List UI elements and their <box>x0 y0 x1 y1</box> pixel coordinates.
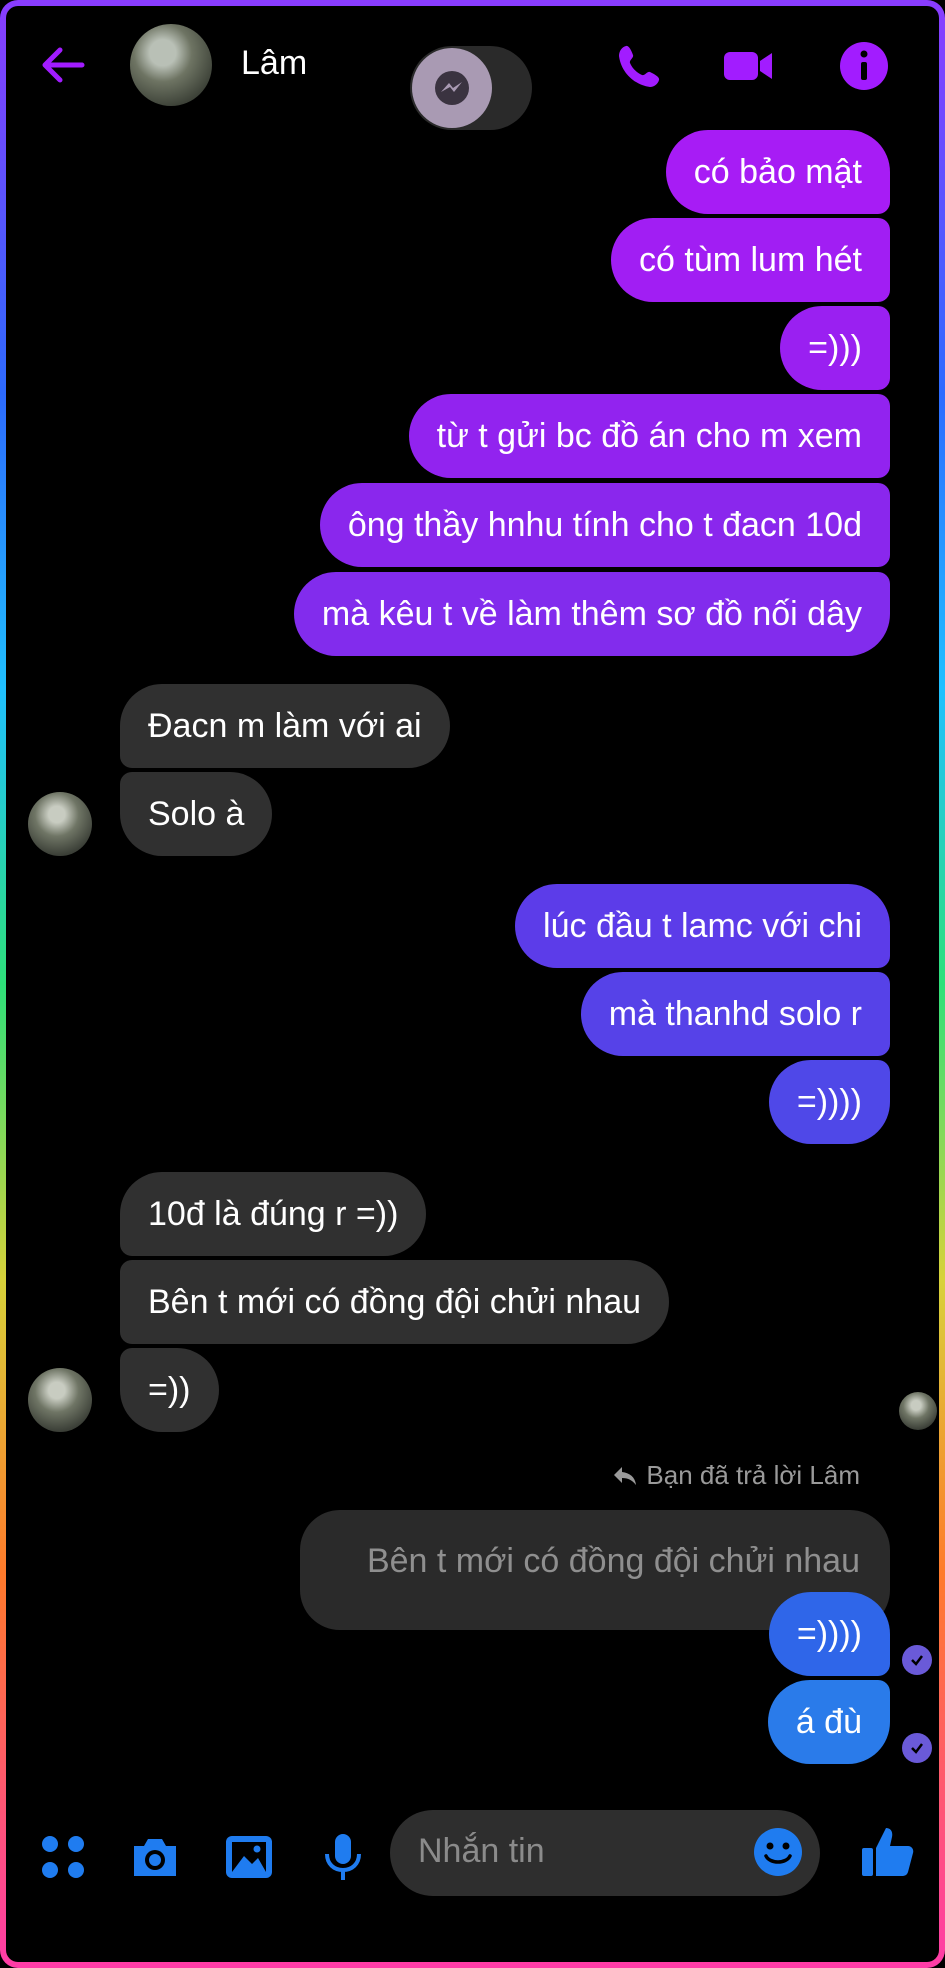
gallery-icon[interactable] <box>222 1830 276 1884</box>
like-thumb-icon[interactable] <box>858 1822 918 1882</box>
contact-name[interactable]: Lâm <box>241 44 307 83</box>
messenger-toggle[interactable] <box>410 46 532 130</box>
outgoing-message[interactable]: mà kêu t về làm thêm sơ đồ nối dây <box>293 572 890 656</box>
video-call-icon[interactable] <box>722 40 774 92</box>
incoming-message[interactable]: Đacn m làm với ai <box>120 684 450 768</box>
phone-icon[interactable] <box>614 40 666 92</box>
chat-header: Lâm <box>0 0 945 130</box>
outgoing-message[interactable]: có tùm lum hét <box>611 218 890 302</box>
incoming-message[interactable]: =)) <box>120 1348 219 1432</box>
message-input[interactable]: Nhắn tin <box>390 1810 820 1896</box>
camera-icon[interactable] <box>128 1830 182 1884</box>
messenger-icon <box>412 48 492 128</box>
contact-avatar-small[interactable] <box>28 1368 92 1432</box>
reply-label: Bạn đã trả lời Lâm <box>612 1460 860 1491</box>
outgoing-message[interactable]: có bảo mật <box>665 130 890 214</box>
apps-menu-icon[interactable] <box>36 1830 90 1884</box>
outgoing-message[interactable]: lúc đầu t lamc với chi <box>515 884 890 968</box>
incoming-message[interactable]: Solo à <box>120 772 273 856</box>
outgoing-message[interactable]: =)))) <box>768 1592 890 1676</box>
reply-icon <box>614 1466 637 1485</box>
outgoing-message[interactable]: từ t gửi bc đồ án cho m xem <box>408 394 890 478</box>
contact-avatar-small[interactable] <box>28 792 92 856</box>
info-icon[interactable] <box>838 40 890 92</box>
incoming-message[interactable]: 10đ là đúng r =)) <box>120 1172 427 1256</box>
reply-label-text: Bạn đã trả lời Lâm <box>646 1460 860 1490</box>
sent-check-icon <box>902 1733 932 1763</box>
outgoing-message[interactable]: =)))) <box>768 1060 890 1144</box>
outgoing-message[interactable]: ông thầy hnhu tính cho t đacn 10d <box>319 483 890 567</box>
back-arrow-icon[interactable] <box>38 40 88 90</box>
outgoing-message[interactable]: á đù <box>767 1680 890 1764</box>
microphone-icon[interactable] <box>316 1830 370 1884</box>
composer: Nhắn tin <box>0 1800 945 1910</box>
outgoing-message[interactable]: mà thanhd solo r <box>580 972 890 1056</box>
outgoing-message[interactable]: =))) <box>780 306 890 390</box>
emoji-icon[interactable] <box>752 1826 804 1878</box>
incoming-message[interactable]: Bên t mới có đồng đội chửi nhau <box>120 1260 670 1344</box>
message-input-placeholder: Nhắn tin <box>418 1832 545 1870</box>
sent-check-icon <box>902 1645 932 1675</box>
contact-avatar[interactable] <box>130 24 212 106</box>
seen-avatar <box>899 1392 937 1430</box>
